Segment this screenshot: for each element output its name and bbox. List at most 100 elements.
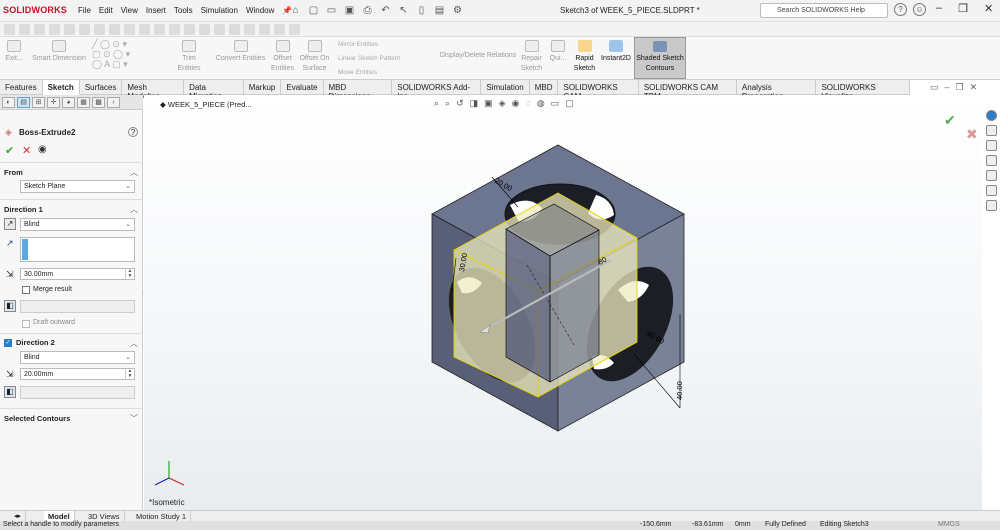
- offset-surface-button[interactable]: Offset On Surface: [297, 40, 332, 74]
- toolbar-icon[interactable]: [244, 24, 255, 35]
- toolbar-icon[interactable]: [184, 24, 195, 35]
- tab-surfaces[interactable]: Surfaces: [80, 80, 123, 95]
- dynamic-annotation-icon[interactable]: ▣: [484, 98, 493, 109]
- open-icon[interactable]: ▭: [324, 3, 339, 18]
- draft-outward-checkbox[interactable]: [22, 320, 30, 328]
- tab-mbd-dimensions[interactable]: MBD Dimensions: [324, 80, 393, 101]
- toolbar-icon[interactable]: [49, 24, 60, 35]
- menu-file[interactable]: File: [74, 4, 95, 17]
- cam-manager-icon[interactable]: ▦: [77, 97, 90, 108]
- cancel-button[interactable]: ✕: [22, 144, 31, 157]
- feature-tree-flyout[interactable]: ◆ WEEK_5_PIECE (Pred...: [160, 100, 252, 109]
- confirm-cancel-icon[interactable]: ✖: [966, 126, 978, 143]
- rebuild-icon[interactable]: ▯: [414, 3, 429, 18]
- toolbar-icon[interactable]: [199, 24, 210, 35]
- menu-tools[interactable]: Tools: [170, 4, 197, 17]
- search-input[interactable]: Search SOLIDWORKS Help: [760, 3, 888, 18]
- toolbar-icon[interactable]: [154, 24, 165, 35]
- graphics-area[interactable]: 20.00 30.00 80 40.00 40.00: [144, 95, 982, 510]
- convert-entities-button[interactable]: Convert Entities: [213, 40, 268, 64]
- tab-mesh-modeling[interactable]: Mesh Modeling: [122, 80, 185, 101]
- home-icon[interactable]: ⌂: [288, 3, 303, 18]
- toolbar-icon[interactable]: [214, 24, 225, 35]
- hide-show-icon[interactable]: ◌: [525, 98, 530, 109]
- appearances-icon[interactable]: [986, 170, 997, 181]
- chevron-up-icon[interactable]: ︿: [130, 204, 138, 215]
- sketch-tools-grid[interactable]: ╱ ◯ ⊙ ▾ ▢ ⊙ ◯ ▾ ◯ A ▢ ▾: [92, 39, 164, 69]
- chevron-up-icon[interactable]: ︿: [130, 167, 138, 178]
- toolbar-icon[interactable]: [94, 24, 105, 35]
- move-entities-button[interactable]: Move Entities: [338, 69, 377, 76]
- appearance-icon[interactable]: ◍: [537, 98, 545, 109]
- undo-icon[interactable]: ↶: [378, 3, 393, 18]
- tab-analysis-prep[interactable]: Analysis Preparation: [737, 80, 817, 101]
- tab-addins[interactable]: SOLIDWORKS Add-Ins: [392, 80, 482, 101]
- scroll-right-icon[interactable]: ›: [107, 97, 120, 108]
- toolbar-icon[interactable]: [229, 24, 240, 35]
- view-orientation-icon[interactable]: ◈: [499, 98, 506, 109]
- design-library-icon[interactable]: [986, 125, 997, 136]
- tab-data-migration[interactable]: Data Migration: [184, 80, 244, 101]
- new-icon[interactable]: ▢: [306, 3, 321, 18]
- tab-evaluate[interactable]: Evaluate: [281, 80, 324, 95]
- file-explorer-icon[interactable]: [986, 140, 997, 151]
- toolbar-icon[interactable]: [169, 24, 180, 35]
- restore-icon[interactable]: ❐: [958, 2, 968, 15]
- reverse-direction-icon[interactable]: ↗: [4, 218, 16, 230]
- print-icon[interactable]: ⎙: [360, 3, 375, 18]
- close-icon[interactable]: ✕: [984, 2, 993, 15]
- toolbar-icon[interactable]: [34, 24, 45, 35]
- view-palette-icon[interactable]: [986, 155, 997, 166]
- linear-pattern-button[interactable]: Linear Sketch Pattern: [338, 55, 401, 62]
- toolbar-icon[interactable]: [19, 24, 30, 35]
- spinner-icon[interactable]: ▲ ▼: [125, 369, 134, 379]
- zoom-area-icon[interactable]: ⌕: [445, 98, 450, 109]
- draft-angle-input[interactable]: [20, 300, 135, 313]
- select-icon[interactable]: ↖: [396, 3, 411, 18]
- draft2-angle-input[interactable]: [20, 386, 135, 399]
- tab-markup[interactable]: Markup: [244, 80, 282, 95]
- custom-properties-icon[interactable]: [986, 185, 997, 196]
- save-icon[interactable]: ▣: [342, 3, 357, 18]
- tab-visualize[interactable]: SOLIDWORKS Visualize: [816, 80, 910, 101]
- property-manager-icon[interactable]: ▤: [17, 97, 30, 108]
- nav-arrows-icon[interactable]: ◂▸: [10, 511, 27, 521]
- options-icon[interactable]: ⚙: [450, 3, 465, 18]
- dim-label[interactable]: 40.00: [675, 381, 684, 400]
- view-settings-icon[interactable]: ▢: [565, 98, 574, 109]
- preview-eye-icon[interactable]: ◉: [38, 144, 47, 155]
- zoom-fit-icon[interactable]: ⌕: [434, 98, 439, 109]
- tab-sketch[interactable]: Sketch: [42, 80, 80, 95]
- section-view-icon[interactable]: ◨: [470, 98, 479, 109]
- repair-sketch-button[interactable]: Repair Sketch: [519, 40, 544, 74]
- chevron-down-icon[interactable]: ﹀: [130, 413, 138, 424]
- toolbar-icon[interactable]: [139, 24, 150, 35]
- trim-entities-button[interactable]: Trim Entities: [170, 40, 208, 74]
- previous-view-icon[interactable]: ↺: [456, 98, 464, 109]
- toolbar-icon[interactable]: [79, 24, 90, 35]
- toolbar-icon[interactable]: [109, 24, 120, 35]
- close-doc-icon[interactable]: ✕: [970, 82, 978, 93]
- smart-dimension-button[interactable]: Smart Dimension: [30, 40, 88, 64]
- toolbar-icon[interactable]: [4, 24, 15, 35]
- display-style-icon[interactable]: ◉: [512, 98, 520, 109]
- confirm-ok-icon[interactable]: ✔: [944, 112, 956, 129]
- menu-edit[interactable]: Edit: [95, 4, 117, 17]
- draft-toggle-icon[interactable]: ◧: [4, 300, 16, 312]
- tab-mbd[interactable]: MBD: [530, 80, 559, 95]
- toolbar-icon[interactable]: [64, 24, 75, 35]
- direction-vector-field[interactable]: [20, 237, 135, 262]
- file-props-icon[interactable]: ▤: [432, 3, 447, 18]
- end-condition-select[interactable]: Blind ⌄: [20, 218, 135, 231]
- dimxpert-icon[interactable]: ✛: [47, 97, 60, 108]
- solidworks-forum-icon[interactable]: [986, 200, 997, 211]
- rapid-sketch-button[interactable]: Rapid Sketch: [572, 40, 597, 74]
- minimize-icon[interactable]: –: [936, 2, 942, 15]
- menu-simulation[interactable]: Simulation: [197, 4, 242, 17]
- user-icon[interactable]: ☺: [913, 3, 926, 16]
- status-units[interactable]: MMGS: [938, 521, 960, 528]
- toolbar-icon[interactable]: [259, 24, 270, 35]
- tab-features[interactable]: Features: [0, 80, 43, 95]
- from-select[interactable]: Sketch Plane ⌄: [20, 180, 135, 193]
- merge-result-checkbox[interactable]: [22, 286, 30, 294]
